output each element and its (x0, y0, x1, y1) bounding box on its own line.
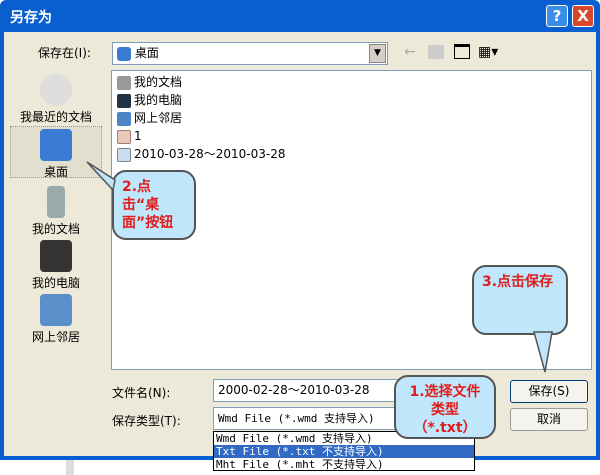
places-bar: 我最近的文档 桌面 我的文档 我的电脑 网上邻居 (10, 70, 102, 345)
save-button[interactable]: 保存(S) (510, 380, 588, 403)
list-item[interactable]: 我的电脑 (117, 91, 182, 109)
save-in-value: 桌面 (134, 46, 159, 60)
file-name: 我的文档 (134, 75, 183, 89)
desktop-icon (40, 129, 72, 161)
place-label: 网上邻居 (31, 330, 80, 344)
network-icon (40, 294, 72, 326)
my-documents-icon (47, 186, 65, 218)
file-name: 我的电脑 (134, 93, 183, 107)
place-recent[interactable]: 我最近的文档 (10, 74, 102, 125)
filetype-option[interactable]: Mht File (*.mht 不支持导入) (214, 458, 474, 471)
filetype-label: 保存类型(T): (112, 414, 181, 428)
place-label: 我的电脑 (31, 276, 80, 290)
place-my-computer[interactable]: 我的电脑 (10, 240, 102, 291)
filetype-select[interactable]: Wmd File (*.wmd 支持导入) (213, 407, 403, 430)
callout-step1: 1.选择文件类型（*.txt） (394, 375, 496, 439)
place-label: 我的文档 (31, 222, 80, 236)
close-button[interactable]: X (572, 5, 594, 27)
filename-label: 文件名(N): (112, 386, 171, 400)
recent-docs-icon (40, 74, 72, 106)
list-item[interactable]: 我的文档 (117, 73, 182, 91)
list-item[interactable]: 2010-03-28～2010-03-28 (117, 145, 285, 163)
filetype-option-selected[interactable]: Txt File (*.txt 不支持导入) (214, 445, 474, 458)
place-label: 我最近的文档 (19, 110, 92, 124)
place-label: 桌面 (43, 165, 68, 179)
save-as-dialog: 另存为 ? X 保存在(I): 桌面 ▼ ← ▦▾ 我最近的文档 桌面 我的文档… (0, 0, 600, 460)
help-button[interactable]: ? (546, 5, 568, 27)
file-name: 网上邻居 (134, 111, 183, 125)
cancel-button[interactable]: 取消 (510, 408, 588, 431)
list-item[interactable]: 网上邻居 (117, 109, 182, 127)
dialog-title: 另存为 (10, 10, 52, 26)
background-strip (66, 460, 74, 475)
back-icon[interactable]: ← (404, 44, 416, 60)
my-computer-icon (117, 93, 131, 108)
folder-icon (117, 129, 131, 144)
new-folder-icon[interactable] (454, 44, 470, 59)
filename-input[interactable]: 2000-02-28～2010-03-28 (213, 379, 403, 402)
chevron-down-icon[interactable]: ▼ (369, 44, 386, 63)
callout-pointer (533, 331, 553, 373)
save-in-combo[interactable]: 桌面 ▼ (112, 42, 388, 65)
callout-pointer (86, 161, 116, 192)
place-network[interactable]: 网上邻居 (10, 294, 102, 345)
file-name: 1 (134, 129, 142, 143)
file-name: 2010-03-28～2010-03-28 (134, 147, 286, 161)
callout-step3: 3.点击保存 (472, 265, 568, 335)
my-computer-icon (40, 240, 72, 272)
network-icon (117, 111, 131, 126)
up-folder-icon[interactable] (428, 45, 444, 59)
list-item[interactable]: 1 (117, 127, 142, 145)
desktop-icon (117, 46, 131, 61)
view-menu-icon[interactable]: ▦▾ (478, 44, 498, 60)
dialog-body: 保存在(I): 桌面 ▼ ← ▦▾ 我最近的文档 桌面 我的文档 我的电脑 网上… (4, 32, 596, 456)
my-documents-icon (117, 75, 131, 90)
save-in-label: 保存在(I): (38, 46, 91, 60)
